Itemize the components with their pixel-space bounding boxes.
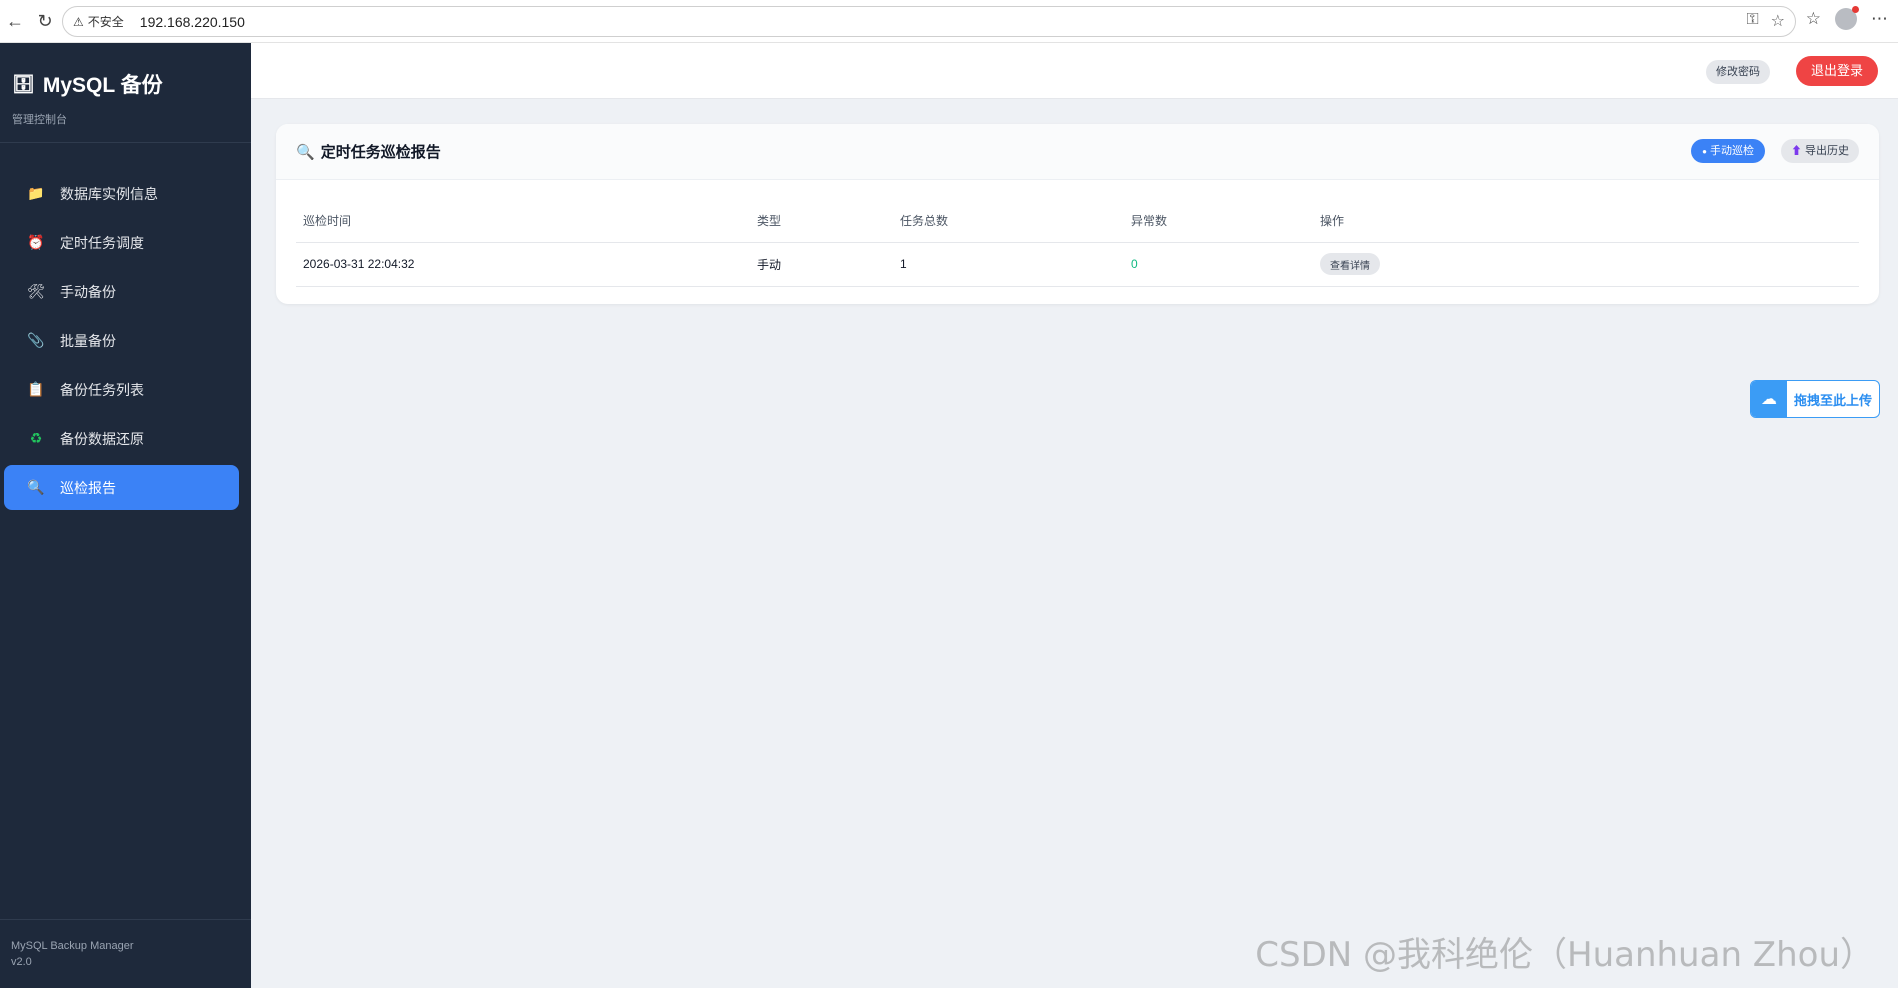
- brand-title: MySQL 备份: [42, 74, 163, 97]
- card-title: 定时任务巡检报告: [320, 144, 441, 161]
- cell-total: 1: [893, 242, 1124, 287]
- sidebar-item-restore[interactable]: ♻ 备份数据还原: [4, 416, 239, 461]
- more-icon[interactable]: ⋯: [1871, 9, 1888, 29]
- export-history-button[interactable]: ⬆ 导出历史: [1780, 139, 1859, 163]
- cell-type: 手动: [750, 242, 893, 287]
- drag-upload-widget[interactable]: ☁ 拖拽至此上传: [1750, 380, 1880, 418]
- manual-check-label: 手动巡检: [1710, 145, 1754, 157]
- watermark: CSDN @我科绝伦（Huanhuan Zhou）: [1255, 935, 1874, 975]
- upload-icon: ⬆: [1790, 145, 1802, 157]
- insecure-label: 不安全: [87, 15, 124, 29]
- table-row: 2026-03-31 22:04:32 手动 1 0 查看详情: [296, 242, 1859, 287]
- dot-icon: ●: [1702, 147, 1707, 156]
- card-header: 🔍 定时任务巡检报告 ● 手动巡检 ⬆ 导出历史: [276, 124, 1879, 180]
- paperclip-icon: 📎: [27, 332, 45, 348]
- key-icon[interactable]: ⚿: [1746, 11, 1758, 31]
- sidebar-menu: 📁 数据库实例信息 ⏰ 定时任务调度 🛠 手动备份 📎 批量备份 📋 备份任务列…: [0, 171, 251, 510]
- column-header: 任务总数: [893, 200, 1124, 243]
- upload-label: 拖拽至此上传: [1794, 392, 1873, 408]
- table-header-row: 巡检时间 类型 任务总数 异常数 操作: [296, 200, 1859, 243]
- sidebar-item-label: 备份任务列表: [60, 381, 144, 398]
- browser-toolbar: ← ↻ ⚠ 不安全 192.168.220.150 ⚿ ☆ ☆ ⋯: [0, 0, 1898, 43]
- app-name: MySQL Backup Manager: [11, 940, 134, 952]
- sidebar-item-label: 批量备份: [60, 332, 116, 349]
- magnifier-icon: 🔍: [296, 143, 315, 161]
- sidebar-item-backup-tasks[interactable]: 📋 备份任务列表: [4, 367, 239, 412]
- sidebar-item-label: 巡检报告: [60, 479, 116, 496]
- sidebar-item-batch-backup[interactable]: 📎 批量备份: [4, 318, 239, 363]
- tools-icon: 🛠: [27, 283, 45, 299]
- clipboard-icon: 📋: [27, 381, 45, 397]
- folder-icon: 📁: [27, 185, 45, 201]
- inspection-report-card: 🔍 定时任务巡检报告 ● 手动巡检 ⬆ 导出历史 巡检时间 类型 任务总数 异常…: [276, 124, 1879, 304]
- sidebar-footer: MySQL Backup Manager v2.0: [11, 938, 133, 970]
- sidebar-item-db-instances[interactable]: 📁 数据库实例信息: [4, 171, 239, 216]
- url-text: 192.168.220.150: [139, 13, 245, 30]
- sidebar-item-label: 手动备份: [60, 283, 116, 300]
- export-history-label: 导出历史: [1805, 145, 1849, 157]
- logout-button[interactable]: 退出登录: [1795, 56, 1878, 86]
- top-header: 修改密码 退出登录: [251, 43, 1898, 99]
- column-header: 异常数: [1124, 200, 1313, 243]
- reload-icon[interactable]: ↻: [30, 6, 60, 36]
- app-version: v2.0: [11, 956, 32, 968]
- cell-time: 2026-03-31 22:04:32: [296, 242, 750, 287]
- brand: 🗄 MySQL 备份 管理控制台: [0, 43, 251, 143]
- star-icon[interactable]: ☆: [1771, 11, 1785, 31]
- magnifier-icon: 🔍: [27, 479, 45, 495]
- recycle-icon: ♻: [29, 430, 43, 446]
- back-icon[interactable]: ←: [0, 6, 30, 36]
- column-header: 类型: [750, 200, 893, 243]
- sidebar: 🗄 MySQL 备份 管理控制台 📁 数据库实例信息 ⏰ 定时任务调度 🛠 手动…: [0, 43, 251, 988]
- brand-subtitle: 管理控制台: [12, 114, 67, 126]
- sidebar-item-label: 数据库实例信息: [60, 185, 158, 202]
- sidebar-item-label: 备份数据还原: [60, 430, 144, 447]
- alarm-clock-icon: ⏰: [27, 234, 45, 250]
- sidebar-item-label: 定时任务调度: [60, 234, 144, 251]
- cloud-icon: ☁: [1751, 381, 1787, 417]
- sidebar-item-manual-backup[interactable]: 🛠 手动备份: [4, 269, 239, 314]
- change-password-button[interactable]: 修改密码: [1706, 60, 1770, 84]
- column-header: 操作: [1313, 200, 1859, 243]
- profile-avatar[interactable]: [1835, 6, 1859, 30]
- inspection-table: 巡检时间 类型 任务总数 异常数 操作 2026-03-31 22:04:32 …: [296, 200, 1859, 287]
- warning-icon: ⚠: [73, 14, 84, 29]
- manual-check-button[interactable]: ● 手动巡检: [1691, 139, 1765, 163]
- address-bar[interactable]: ⚠ 不安全 192.168.220.150 ⚿ ☆: [62, 6, 1796, 37]
- favorites-icon[interactable]: ☆: [1806, 9, 1821, 29]
- divider: [0, 919, 251, 920]
- cell-errors: 0: [1124, 242, 1313, 287]
- database-icon: 🗄: [12, 73, 35, 94]
- view-details-button[interactable]: 查看详情: [1320, 253, 1380, 275]
- sidebar-item-schedule[interactable]: ⏰ 定时任务调度: [4, 220, 239, 265]
- column-header: 巡检时间: [296, 200, 750, 243]
- sidebar-item-inspection-report[interactable]: 🔍 巡检报告: [4, 465, 239, 510]
